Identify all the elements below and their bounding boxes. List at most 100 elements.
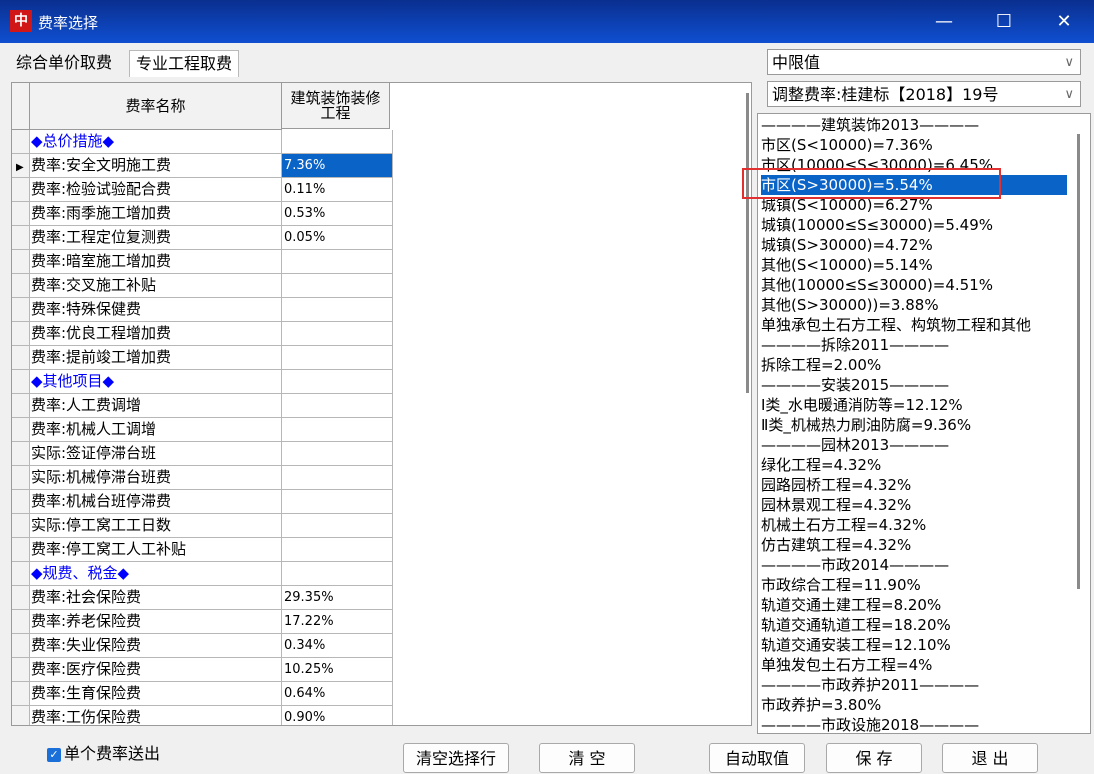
grid-section-row[interactable]: ◆总价措施◆ xyxy=(12,130,393,154)
list-item[interactable]: 轨道交通安装工程=12.10% xyxy=(761,635,951,655)
table-row[interactable]: 费率:雨季施工增加费 0.53% xyxy=(12,202,393,226)
rate-value-cell[interactable] xyxy=(282,466,393,490)
rate-name-cell[interactable]: 费率:安全文明施工费 xyxy=(30,154,282,178)
list-item[interactable]: 单独发包土石方工程=4% xyxy=(761,655,932,675)
rate-value-cell[interactable]: 29.35% xyxy=(282,586,393,610)
rate-value-cell[interactable]: 0.34% xyxy=(282,634,393,658)
rate-value-cell[interactable]: 17.22% xyxy=(282,610,393,634)
list-item[interactable]: 园路园桥工程=4.32% xyxy=(761,475,911,495)
list-item[interactable]: 轨道交通土建工程=8.20% xyxy=(761,595,941,615)
table-row[interactable]: 费率:特殊保健费 xyxy=(12,298,393,322)
rate-name-cell[interactable]: 费率:养老保险费 xyxy=(30,610,282,634)
clear-selection-button[interactable]: 清空选择行 xyxy=(403,743,509,773)
rate-name-cell[interactable]: 费率:医疗保险费 xyxy=(30,658,282,682)
grid-section-row[interactable]: ◆其他项目◆ xyxy=(12,370,393,394)
rate-options-list[interactable]: ————建筑装饰2013———— 市区(S<10000)=7.36% 市区(1000… xyxy=(757,113,1091,734)
rate-value-cell[interactable] xyxy=(282,442,393,466)
list-item[interactable]: Ⅱ类_机械热力刷油防腐=9.36% xyxy=(761,415,971,435)
rate-name-cell[interactable]: 费率:优良工程增加费 xyxy=(30,322,282,346)
rate-name-cell[interactable]: 费率:生育保险费 xyxy=(30,682,282,706)
list-item[interactable]: 其他(10000≤S≤30000)=4.51% xyxy=(761,275,993,295)
rate-name-cell[interactable]: 费率:交叉施工补贴 xyxy=(30,274,282,298)
list-item[interactable]: 市政养护=3.80% xyxy=(761,695,881,715)
rate-value-cell[interactable] xyxy=(282,418,393,442)
grid-scroll-thumb[interactable] xyxy=(746,93,749,393)
table-row[interactable]: 费率:社会保险费 29.35% xyxy=(12,586,393,610)
list-item[interactable]: 机械土石方工程=4.32% xyxy=(761,515,926,535)
limit-select[interactable]: 中限值 ∨ xyxy=(767,49,1081,75)
table-row[interactable]: 实际:机械停滞台班费 xyxy=(12,466,393,490)
rate-value-cell[interactable] xyxy=(282,514,393,538)
clear-button[interactable]: 清 空 xyxy=(539,743,635,773)
table-row[interactable]: 费率:检验试验配合费 0.11% xyxy=(12,178,393,202)
list-item[interactable]: 仿古建筑工程=4.32% xyxy=(761,535,911,555)
rate-value-cell[interactable]: 0.11% xyxy=(282,178,393,202)
rate-value-cell[interactable] xyxy=(282,346,393,370)
list-item[interactable]: 拆除工程=2.00% xyxy=(761,355,881,375)
rate-name-cell[interactable]: ◆规费、税金◆ xyxy=(30,562,282,586)
list-item[interactable]: 城镇(10000≤S≤30000)=5.49% xyxy=(761,215,993,235)
table-row[interactable]: 实际:签证停滞台班 xyxy=(12,442,393,466)
rate-value-cell[interactable]: 0.64% xyxy=(282,682,393,706)
rate-grid[interactable]: 费率名称 建筑装饰装修工程 ◆总价措施◆ ▶ 费率:安全文明施工费 7.36% 费率:检… xyxy=(11,82,752,726)
rate-name-cell[interactable]: 实际:签证停滞台班 xyxy=(30,442,282,466)
table-row[interactable]: 费率:人工费调增 xyxy=(12,394,393,418)
rate-value-cell[interactable]: 0.90% xyxy=(282,706,393,725)
list-item[interactable]: 园林景观工程=4.32% xyxy=(761,495,911,515)
rate-value-cell[interactable] xyxy=(282,394,393,418)
list-item[interactable]: 市区(S<10000)=7.36% xyxy=(761,135,933,155)
maximize-button[interactable]: ☐ xyxy=(975,0,1033,43)
rate-value-cell[interactable] xyxy=(282,274,393,298)
save-button[interactable]: 保 存 xyxy=(826,743,922,773)
tab-comprehensive-unit-price[interactable]: 综合单价取费 xyxy=(10,50,118,76)
table-row[interactable]: 费率:养老保险费 17.22% xyxy=(12,610,393,634)
adjust-rate-select[interactable]: 调整费率:桂建标【2018】19号 ∨ xyxy=(767,81,1081,107)
rate-value-cell[interactable] xyxy=(282,490,393,514)
table-row[interactable]: 费率:工程定位复测费 0.05% xyxy=(12,226,393,250)
rate-value-cell[interactable] xyxy=(282,130,393,154)
rate-name-cell[interactable]: 费率:工伤保险费 xyxy=(30,706,282,725)
table-row[interactable]: 费率:医疗保险费 10.25% xyxy=(12,658,393,682)
rate-value-cell[interactable] xyxy=(282,562,393,586)
rate-value-cell[interactable]: 7.36% xyxy=(282,154,393,178)
list-item[interactable]: 市政综合工程=11.90% xyxy=(761,575,921,595)
single-rate-checkbox[interactable]: ✓ 单个费率送出 xyxy=(47,743,160,765)
table-row[interactable]: 费率:机械台班停滞费 xyxy=(12,490,393,514)
grid-section-row[interactable]: ◆规费、税金◆ xyxy=(12,562,393,586)
rate-value-cell[interactable] xyxy=(282,322,393,346)
rate-value-cell[interactable]: 10.25% xyxy=(282,658,393,682)
table-row[interactable]: 费率:生育保险费 0.64% xyxy=(12,682,393,706)
rate-name-cell[interactable]: ◆其他项目◆ xyxy=(30,370,282,394)
table-row[interactable]: 费率:停工窝工人工补贴 xyxy=(12,538,393,562)
rate-name-cell[interactable]: 费率:检验试验配合费 xyxy=(30,178,282,202)
rate-name-cell[interactable]: 费率:社会保险费 xyxy=(30,586,282,610)
rate-name-cell[interactable]: 实际:机械停滞台班费 xyxy=(30,466,282,490)
list-item[interactable]: 单独承包土石方工程、构筑物工程和其他 xyxy=(761,315,1031,335)
rate-name-cell[interactable]: 费率:失业保险费 xyxy=(30,634,282,658)
auto-value-button[interactable]: 自动取值 xyxy=(709,743,805,773)
rate-name-cell[interactable]: 费率:停工窝工人工补贴 xyxy=(30,538,282,562)
rate-value-cell[interactable] xyxy=(282,250,393,274)
rate-name-cell[interactable]: 实际:停工窝工工日数 xyxy=(30,514,282,538)
rate-name-cell[interactable]: 费率:暗室施工增加费 xyxy=(30,250,282,274)
table-row[interactable]: 费率:失业保险费 0.34% xyxy=(12,634,393,658)
rate-value-cell[interactable]: 0.05% xyxy=(282,226,393,250)
minimize-button[interactable]: — xyxy=(915,0,973,43)
rate-name-cell[interactable]: 费率:特殊保健费 xyxy=(30,298,282,322)
table-row[interactable]: 费率:优良工程增加费 xyxy=(12,322,393,346)
list-item[interactable]: 绿化工程=4.32% xyxy=(761,455,881,475)
exit-button[interactable]: 退 出 xyxy=(942,743,1038,773)
list-item[interactable]: 轨道交通轨道工程=18.20% xyxy=(761,615,951,635)
rate-name-cell[interactable]: 费率:机械人工调增 xyxy=(30,418,282,442)
list-scrollbar[interactable] xyxy=(1074,114,1082,733)
table-row[interactable]: 费率:提前竣工增加费 xyxy=(12,346,393,370)
rate-value-cell[interactable] xyxy=(282,370,393,394)
table-row[interactable]: ▶ 费率:安全文明施工费 7.36% xyxy=(12,154,393,178)
tab-specialty-engineering[interactable]: 专业工程取费 xyxy=(129,50,240,77)
list-item[interactable]: 城镇(S>30000)=4.72% xyxy=(761,235,933,255)
list-scroll-thumb[interactable] xyxy=(1077,134,1080,589)
rate-name-cell[interactable]: 费率:机械台班停滞费 xyxy=(30,490,282,514)
rate-name-cell[interactable]: 费率:人工费调增 xyxy=(30,394,282,418)
table-row[interactable]: 费率:机械人工调增 xyxy=(12,418,393,442)
rate-name-cell[interactable]: ◆总价措施◆ xyxy=(30,130,282,154)
